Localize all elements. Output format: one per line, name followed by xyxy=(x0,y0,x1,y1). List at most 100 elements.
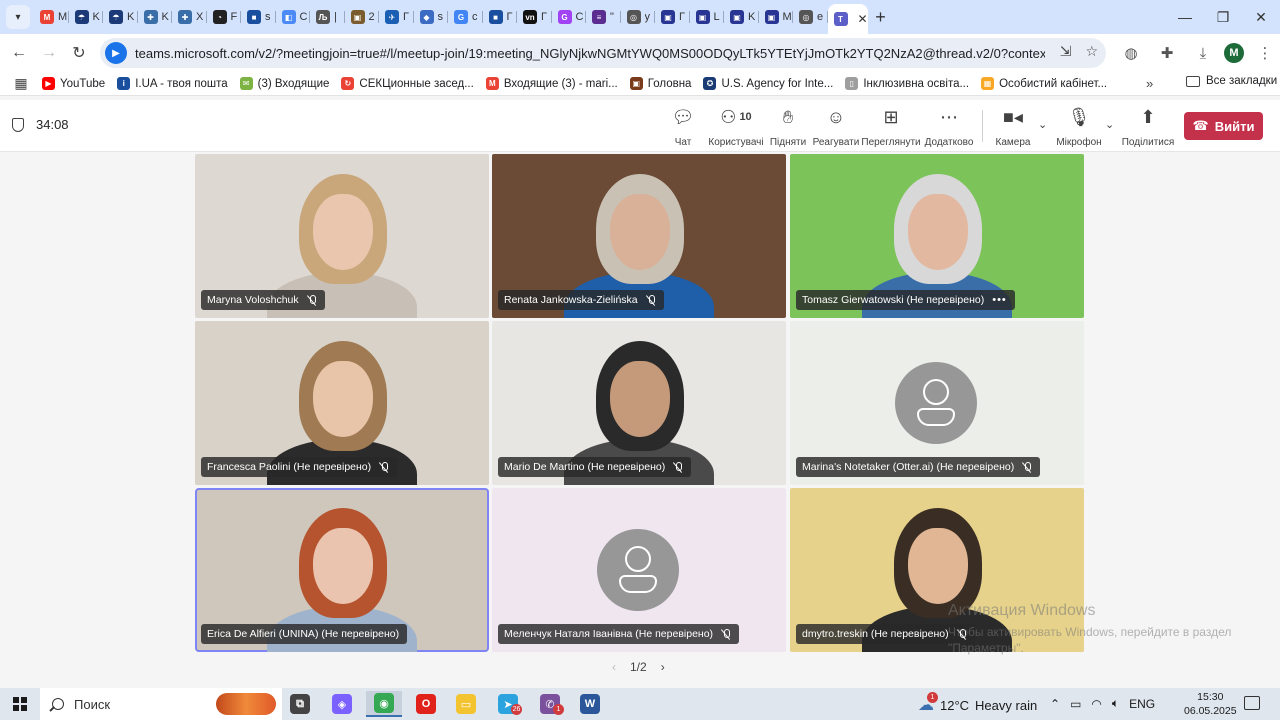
browser-tab[interactable]: MM xyxy=(34,4,69,30)
camera-options-chevron-icon[interactable]: ⌄ xyxy=(1038,118,1047,131)
people-button[interactable]: ⚇ 10 Користувачі xyxy=(708,106,764,148)
word-taskbar-icon[interactable]: W xyxy=(572,691,608,717)
bookmark-item[interactable]: ↻ СЕКЦионные засед... xyxy=(335,77,479,90)
language-indicator[interactable]: ENG xyxy=(1129,697,1155,711)
browser-tab[interactable]: ☂ K xyxy=(103,4,138,30)
browser-tab[interactable]: ▣ L xyxy=(690,4,725,30)
participant-tile[interactable]: Tomasz Gierwatowski (Не перевірено) ••• xyxy=(790,154,1084,318)
forward-arrow-icon[interactable]: → xyxy=(34,38,64,68)
browser-tab[interactable]: ☂ K xyxy=(69,4,104,30)
bookmark-label: СЕКЦионные засед... xyxy=(359,77,474,90)
start-button[interactable] xyxy=(0,688,40,720)
all-bookmarks-button[interactable]: Все закладки xyxy=(1186,75,1277,87)
bookmark-star-icon[interactable]: ☆ xyxy=(1085,43,1098,60)
bookmark-item[interactable]: ▦ Особистий кабінет... xyxy=(975,77,1113,90)
participant-tile[interactable]: Marina's Notetaker (Otter.ai) (Не переві… xyxy=(790,321,1084,485)
browser-tab[interactable]: ▣ M xyxy=(759,4,794,30)
tab-search-chevron-icon[interactable]: ▾ xyxy=(6,5,30,29)
translate-globe-icon[interactable]: ◍ xyxy=(1116,38,1146,68)
share-button[interactable]: ⬆ Поділитися xyxy=(1122,106,1175,148)
address-bar[interactable]: ▶ teams.microsoft.com/v2/?meetingjoin=tr… xyxy=(100,38,1106,68)
bookmark-item[interactable]: ✉ (3) Входящие xyxy=(234,77,336,90)
file-explorer-taskbar-icon[interactable]: ▭ xyxy=(448,691,484,717)
chrome-taskbar-icon[interactable]: ◉ xyxy=(366,691,402,717)
browser-tab[interactable]: ◔ F xyxy=(207,4,242,30)
bookmark-item[interactable]: ▯ Інклюзивна освіта... xyxy=(839,77,975,90)
downloads-icon[interactable]: ⤓ xyxy=(1188,38,1218,68)
task-view-taskbar-icon[interactable]: ⧉ xyxy=(282,691,318,717)
tab-favicon-icon: ■ xyxy=(247,10,261,24)
browser-tab[interactable]: Gc xyxy=(448,4,483,30)
notifications-icon[interactable] xyxy=(1244,696,1260,710)
browser-tab[interactable]: ■ Г xyxy=(483,4,518,30)
maximize-icon[interactable]: ❐ xyxy=(1204,0,1242,34)
browser-tab[interactable]: ◆ s xyxy=(414,4,449,30)
taskbar-search[interactable]: Поиск xyxy=(40,688,282,720)
browser-tab[interactable]: ■ s xyxy=(241,4,276,30)
browser-tab[interactable]: ◧ C xyxy=(276,4,311,30)
browser-tab[interactable]: ≡ " xyxy=(586,4,621,30)
browser-tab[interactable]: vn Г xyxy=(517,4,552,30)
browser-tab[interactable]: ◎ e xyxy=(793,4,828,30)
profile-avatar[interactable]: M xyxy=(1224,43,1244,63)
browser-tab[interactable]: ✚ X xyxy=(172,4,207,30)
browser-tab[interactable]: ✈ Г xyxy=(379,4,414,30)
bookmark-item[interactable]: ✪ U.S. Agency for Inte... xyxy=(697,77,839,90)
browser-tab[interactable]: ▣ K xyxy=(724,4,759,30)
url-text[interactable]: teams.microsoft.com/v2/?meetingjoin=true… xyxy=(135,46,1045,61)
participant-tile[interactable]: Mario De Martino (Не перевірено) xyxy=(492,321,786,485)
previous-page-chevron-icon[interactable]: ‹ xyxy=(612,660,616,674)
minimize-icon[interactable]: — xyxy=(1166,0,1204,34)
extensions-puzzle-icon[interactable]: ✚ xyxy=(1152,38,1182,68)
site-camera-icon[interactable]: ▶ xyxy=(105,42,127,64)
more-button[interactable]: ⋯ Додатково xyxy=(925,106,974,148)
raise-hand-button[interactable]: ✋︎ Підняти xyxy=(770,106,806,148)
volume-icon[interactable]: 🔈︎ xyxy=(1112,696,1119,711)
reload-icon[interactable]: ↻ xyxy=(64,38,94,68)
bookmark-item[interactable]: M Входящие (3) - mari... xyxy=(480,77,624,90)
browser-tab[interactable]: ▣ Г xyxy=(655,4,690,30)
close-window-icon[interactable]: ✕ xyxy=(1242,0,1280,34)
bookmark-item[interactable]: i I.UA - твоя пошта xyxy=(111,77,233,90)
browser-tab[interactable]: GC xyxy=(552,4,587,30)
close-tab-icon[interactable]: ✕ xyxy=(858,12,868,26)
browser-tab[interactable]: ▣ 2 xyxy=(345,4,380,30)
telegram-taskbar-icon[interactable]: ➤ 26 xyxy=(490,691,526,717)
participant-tile[interactable]: Renata Jankowska-Zielińska xyxy=(492,154,786,318)
camera-button[interactable]: ■◂ Камера xyxy=(996,106,1031,148)
tab-teams-active[interactable]: T M ✕ xyxy=(827,4,868,34)
install-app-icon[interactable]: ⇲ xyxy=(1060,43,1072,60)
participant-name-tag: Francesca Paolini (Не перевірено) xyxy=(201,457,398,477)
react-button[interactable]: ☺ Реагувати xyxy=(813,106,860,148)
bookmark-item[interactable]: ▣ Головна xyxy=(624,77,698,90)
view-button[interactable]: ⊞ Переглянути xyxy=(861,106,920,148)
viber-taskbar-icon[interactable]: ✆ 1 xyxy=(532,691,568,717)
apps-grid-icon[interactable]: ▦ xyxy=(6,75,36,92)
bookmark-item[interactable]: ▶ YouTube xyxy=(36,77,111,90)
browser-menu-icon[interactable]: ⋮ xyxy=(1250,38,1280,68)
back-arrow-icon[interactable]: ← xyxy=(4,38,34,68)
battery-icon[interactable]: ▭ xyxy=(1070,697,1081,711)
new-tab-button[interactable]: + xyxy=(868,4,894,30)
participant-tile[interactable]: Maryna Voloshchuk xyxy=(195,154,489,318)
mic-options-chevron-icon[interactable]: ⌄ xyxy=(1105,118,1114,131)
taskbar-clock[interactable]: 15:30 06.05.2025 xyxy=(1184,690,1237,718)
microphone-button[interactable]: 🎙︎ Мікрофон xyxy=(1056,106,1102,148)
more-options-icon[interactable]: ••• xyxy=(992,294,1007,306)
browser-tab[interactable]: Љ | xyxy=(310,4,345,30)
copilot-taskbar-icon[interactable]: ◈ xyxy=(324,691,360,717)
browser-tab[interactable]: ◎ y xyxy=(621,4,656,30)
participant-tile[interactable]: Francesca Paolini (Не перевірено) xyxy=(195,321,489,485)
wifi-icon[interactable]: ◠ xyxy=(1091,697,1101,711)
weather-widget[interactable]: ☁ 1 12°C Heavy rain xyxy=(918,692,1037,715)
leave-button[interactable]: ☎︎ Вийти xyxy=(1184,112,1263,140)
browser-tab[interactable]: ✚ K xyxy=(138,4,173,30)
chat-button[interactable]: 💬︎ Чат xyxy=(672,106,695,148)
participant-tile[interactable]: Меленчук Наталя Іванівна (Не перевірено) xyxy=(492,488,786,652)
participant-tile[interactable]: Erica De Alfieri (UNINA) (Не перевірено) xyxy=(195,488,489,652)
clock-date: 06.05.2025 xyxy=(1184,705,1237,717)
bookmarks-overflow-icon[interactable]: » xyxy=(1146,76,1153,91)
next-page-chevron-icon[interactable]: › xyxy=(661,660,665,674)
opera-taskbar-icon[interactable]: O xyxy=(408,691,444,717)
show-hidden-icons-chevron-icon[interactable]: ⌃ xyxy=(1050,697,1060,711)
